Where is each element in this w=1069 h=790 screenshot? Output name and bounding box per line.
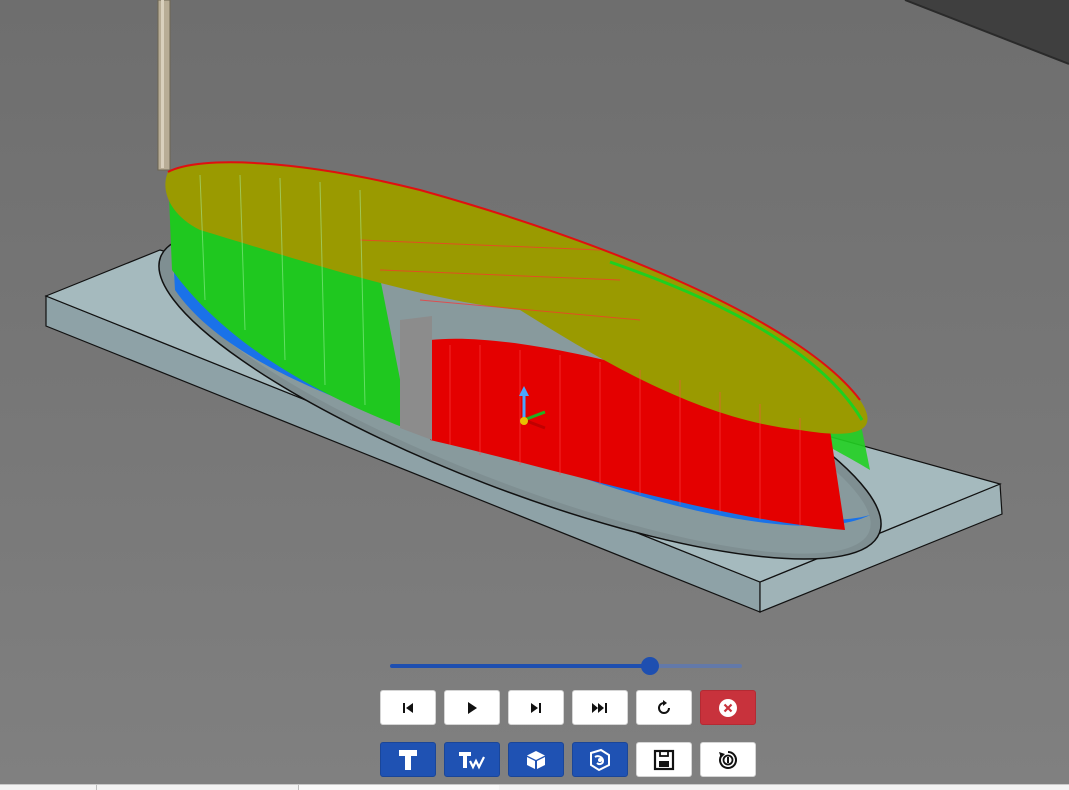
rotate-icon bbox=[658, 699, 670, 714]
close-icon bbox=[719, 698, 737, 717]
reset-button[interactable] bbox=[636, 690, 692, 725]
show-stock-button[interactable] bbox=[508, 742, 564, 777]
skip-to-end-button[interactable] bbox=[572, 690, 628, 725]
simulation-progress-slider[interactable] bbox=[390, 657, 742, 675]
close-simulation-button[interactable] bbox=[700, 690, 756, 725]
model-icon bbox=[590, 748, 610, 771]
rapid-moves-icon bbox=[719, 750, 737, 769]
play-icon bbox=[468, 701, 477, 714]
status-tab[interactable] bbox=[96, 785, 297, 790]
show-tool-button[interactable] bbox=[380, 742, 436, 777]
save-icon bbox=[653, 749, 675, 770]
status-tab[interactable] bbox=[298, 785, 499, 790]
step-forward-button[interactable] bbox=[508, 690, 564, 725]
stock-cube-icon bbox=[527, 750, 545, 769]
playback-toolbar bbox=[380, 690, 756, 725]
tool-shank-highlight bbox=[161, 0, 164, 168]
slider-thumb[interactable] bbox=[641, 657, 660, 675]
status-bar bbox=[0, 784, 1069, 790]
show-toolpath-button[interactable] bbox=[444, 742, 500, 777]
toolpath-icon bbox=[459, 751, 485, 769]
tool-icon bbox=[399, 749, 417, 770]
skip-to-start-button[interactable] bbox=[380, 690, 436, 725]
rapid-moves-button[interactable] bbox=[700, 742, 756, 777]
view-toolbar bbox=[380, 742, 756, 777]
toolpath-gap bbox=[400, 316, 432, 440]
save-button[interactable] bbox=[636, 742, 692, 777]
slider-fill bbox=[390, 664, 651, 668]
step-forward-icon bbox=[531, 702, 541, 713]
skip-start-icon bbox=[403, 702, 413, 713]
play-button[interactable] bbox=[444, 690, 500, 725]
show-model-button[interactable] bbox=[572, 742, 628, 777]
fast-forward-icon bbox=[592, 702, 607, 713]
